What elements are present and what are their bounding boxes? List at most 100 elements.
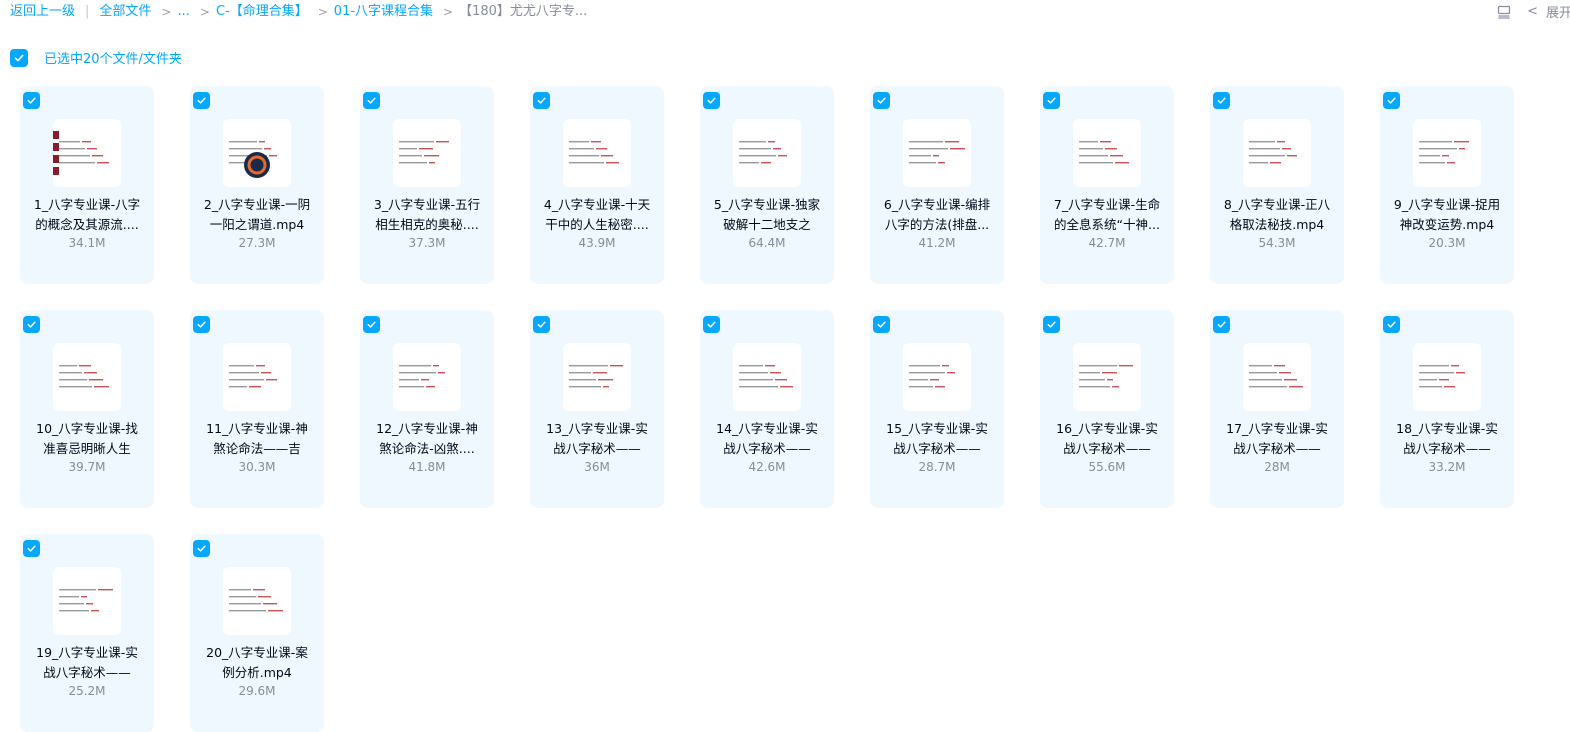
file-checkbox[interactable] xyxy=(363,92,380,109)
check-icon xyxy=(197,321,206,328)
list-view-icon[interactable] xyxy=(1497,5,1511,19)
file-checkbox[interactable] xyxy=(703,92,720,109)
file-name[interactable]: 5_八字专业课-独家 破解十二地支之 xyxy=(708,195,826,235)
file-card[interactable]: 12_八字专业课-神 煞论命法-凶煞.... 41.8M xyxy=(360,310,494,508)
file-checkbox[interactable] xyxy=(1383,316,1400,333)
check-icon xyxy=(1387,97,1396,104)
file-name[interactable]: 13_八字专业课-实 战八字秘术—— xyxy=(538,419,656,459)
file-name-line2: 战八字秘术—— xyxy=(1403,441,1491,456)
video-thumbnail-icon xyxy=(1413,119,1481,187)
check-icon xyxy=(27,97,36,104)
file-checkbox[interactable] xyxy=(363,316,380,333)
file-name-line2: 破解十二地支之 xyxy=(723,217,811,232)
file-checkbox[interactable] xyxy=(193,92,210,109)
file-card[interactable]: 1_八字专业课-八字 的概念及其源流.... 34.1M xyxy=(20,86,154,284)
file-card[interactable]: 10_八字专业课-找 准喜忌明晰人生 39.7M xyxy=(20,310,154,508)
file-name-line1: 20_八字专业课-案 xyxy=(206,645,308,660)
file-name[interactable]: 18_八字专业课-实 战八字秘术—— xyxy=(1388,419,1506,459)
file-size: 64.4M xyxy=(748,236,786,250)
breadcrumb-ellipsis[interactable]: ... xyxy=(177,3,189,21)
file-name-line2: 煞论命法——吉 xyxy=(213,441,301,456)
file-card[interactable]: 4_八字专业课-十天 干中的人生秘密.... 43.9M xyxy=(530,86,664,284)
file-size: 41.8M xyxy=(408,460,446,474)
expand-button[interactable]: 展开 xyxy=(1546,2,1570,21)
file-name[interactable]: 10_八字专业课-找 准喜忌明晰人生 xyxy=(28,419,146,459)
file-name[interactable]: 6_八字专业课-编排 八字的方法(排盘... xyxy=(878,195,996,235)
file-card[interactable]: 20_八字专业课-案 例分析.mp4 29.6M xyxy=(190,534,324,732)
file-name[interactable]: 17_八字专业课-实 战八字秘术—— xyxy=(1218,419,1336,459)
video-thumbnail-icon xyxy=(1243,343,1311,411)
file-checkbox[interactable] xyxy=(1383,92,1400,109)
file-checkbox[interactable] xyxy=(193,316,210,333)
file-name-line2: 相生相克的奥秘.... xyxy=(375,217,479,232)
file-name[interactable]: 7_八字专业课-生命 的全息系统“十神... xyxy=(1048,195,1166,235)
file-name-line1: 7_八字专业课-生命 xyxy=(1053,197,1161,212)
file-name[interactable]: 11_八字专业课-神 煞论命法——吉 xyxy=(198,419,316,459)
file-card[interactable]: 17_八字专业课-实 战八字秘术—— 28M xyxy=(1210,310,1344,508)
breadcrumb-level1[interactable]: C-【命理合集】 xyxy=(216,3,308,21)
check-icon xyxy=(367,321,376,328)
file-checkbox[interactable] xyxy=(873,92,890,109)
file-checkbox[interactable] xyxy=(873,316,890,333)
file-card[interactable]: 16_八字专业课-实 战八字秘术—— 55.6M xyxy=(1040,310,1174,508)
file-name[interactable]: 9_八字专业课-捉用 神改变运势.mp4 xyxy=(1388,195,1506,235)
file-checkbox[interactable] xyxy=(23,316,40,333)
file-size: 41.2M xyxy=(918,236,956,250)
file-card[interactable]: 3_八字专业课-五行 相生相克的奥秘.... 37.3M xyxy=(360,86,494,284)
file-card[interactable]: 7_八字专业课-生命 的全息系统“十神... 42.7M xyxy=(1040,86,1174,284)
file-name-line2: 准喜忌明晰人生 xyxy=(43,441,131,456)
back-link[interactable]: 返回上一级 xyxy=(10,3,75,21)
breadcrumb-level2[interactable]: 01-八字课程合集 xyxy=(334,3,433,21)
file-card[interactable]: 11_八字专业课-神 煞论命法——吉 30.3M xyxy=(190,310,324,508)
file-size: 20.3M xyxy=(1428,236,1466,250)
file-name[interactable]: 1_八字专业课-八字 的概念及其源流.... xyxy=(28,195,146,235)
file-checkbox[interactable] xyxy=(703,316,720,333)
file-checkbox[interactable] xyxy=(1043,92,1060,109)
file-name[interactable]: 4_八字专业课-十天 干中的人生秘密.... xyxy=(538,195,656,235)
file-name[interactable]: 8_八字专业课-正八 格取法秘技.mp4 xyxy=(1218,195,1336,235)
file-card[interactable]: 8_八字专业课-正八 格取法秘技.mp4 54.3M xyxy=(1210,86,1344,284)
select-all-checkbox[interactable] xyxy=(10,48,28,67)
file-name[interactable]: 12_八字专业课-神 煞论命法-凶煞.... xyxy=(368,419,486,459)
file-checkbox[interactable] xyxy=(23,92,40,109)
file-size: 34.1M xyxy=(68,236,106,250)
file-name[interactable]: 2_八字专业课-一阴 一阳之谓道.mp4 xyxy=(198,195,316,235)
file-name-line1: 15_八字专业课-实 xyxy=(886,421,988,436)
video-thumbnail-icon xyxy=(563,119,631,187)
file-card[interactable]: 15_八字专业课-实 战八字秘术—— 28.7M xyxy=(870,310,1004,508)
file-card[interactable]: 18_八字专业课-实 战八字秘术—— 33.2M xyxy=(1380,310,1514,508)
file-name[interactable]: 3_八字专业课-五行 相生相克的奥秘.... xyxy=(368,195,486,235)
breadcrumb-all-files[interactable]: 全部文件 xyxy=(99,3,151,21)
file-card[interactable]: 6_八字专业课-编排 八字的方法(排盘... 41.2M xyxy=(870,86,1004,284)
file-size: 30.3M xyxy=(238,460,276,474)
file-card[interactable]: 19_八字专业课-实 战八字秘术—— 25.2M xyxy=(20,534,154,732)
video-thumbnail-icon xyxy=(393,343,461,411)
file-name[interactable]: 16_八字专业课-实 战八字秘术—— xyxy=(1048,419,1166,459)
file-card[interactable]: 13_八字专业课-实 战八字秘术—— 36M xyxy=(530,310,664,508)
file-name[interactable]: 20_八字专业课-案 例分析.mp4 xyxy=(198,643,316,683)
file-checkbox[interactable] xyxy=(1043,316,1060,333)
file-checkbox[interactable] xyxy=(533,92,550,109)
file-name[interactable]: 14_八字专业课-实 战八字秘术—— xyxy=(708,419,826,459)
file-name-line1: 18_八字专业课-实 xyxy=(1396,421,1498,436)
file-card[interactable]: 9_八字专业课-捉用 神改变运势.mp4 20.3M xyxy=(1380,86,1514,284)
file-checkbox[interactable] xyxy=(23,540,40,557)
file-name-line1: 12_八字专业课-神 xyxy=(376,421,478,436)
file-checkbox[interactable] xyxy=(533,316,550,333)
file-card[interactable]: 2_八字专业课-一阴 一阳之谓道.mp4 27.3M xyxy=(190,86,324,284)
file-checkbox[interactable] xyxy=(1213,316,1230,333)
file-name-line1: 5_八字专业课-独家 xyxy=(713,197,821,212)
file-name[interactable]: 15_八字专业课-实 战八字秘术—— xyxy=(878,419,996,459)
chevron-left-icon[interactable]: < xyxy=(1527,4,1538,19)
file-size: 55.6M xyxy=(1088,460,1126,474)
video-thumbnail-icon xyxy=(903,119,971,187)
file-card[interactable]: 5_八字专业课-独家 破解十二地支之 64.4M xyxy=(700,86,834,284)
file-name-line2: 八字的方法(排盘... xyxy=(884,217,990,232)
file-checkbox[interactable] xyxy=(193,540,210,557)
check-icon xyxy=(877,97,886,104)
file-checkbox[interactable] xyxy=(1213,92,1230,109)
file-card[interactable]: 14_八字专业课-实 战八字秘术—— 42.6M xyxy=(700,310,834,508)
file-name-line2: 例分析.mp4 xyxy=(222,665,292,680)
file-name-line1: 13_八字专业课-实 xyxy=(546,421,648,436)
file-name[interactable]: 19_八字专业课-实 战八字秘术—— xyxy=(28,643,146,683)
